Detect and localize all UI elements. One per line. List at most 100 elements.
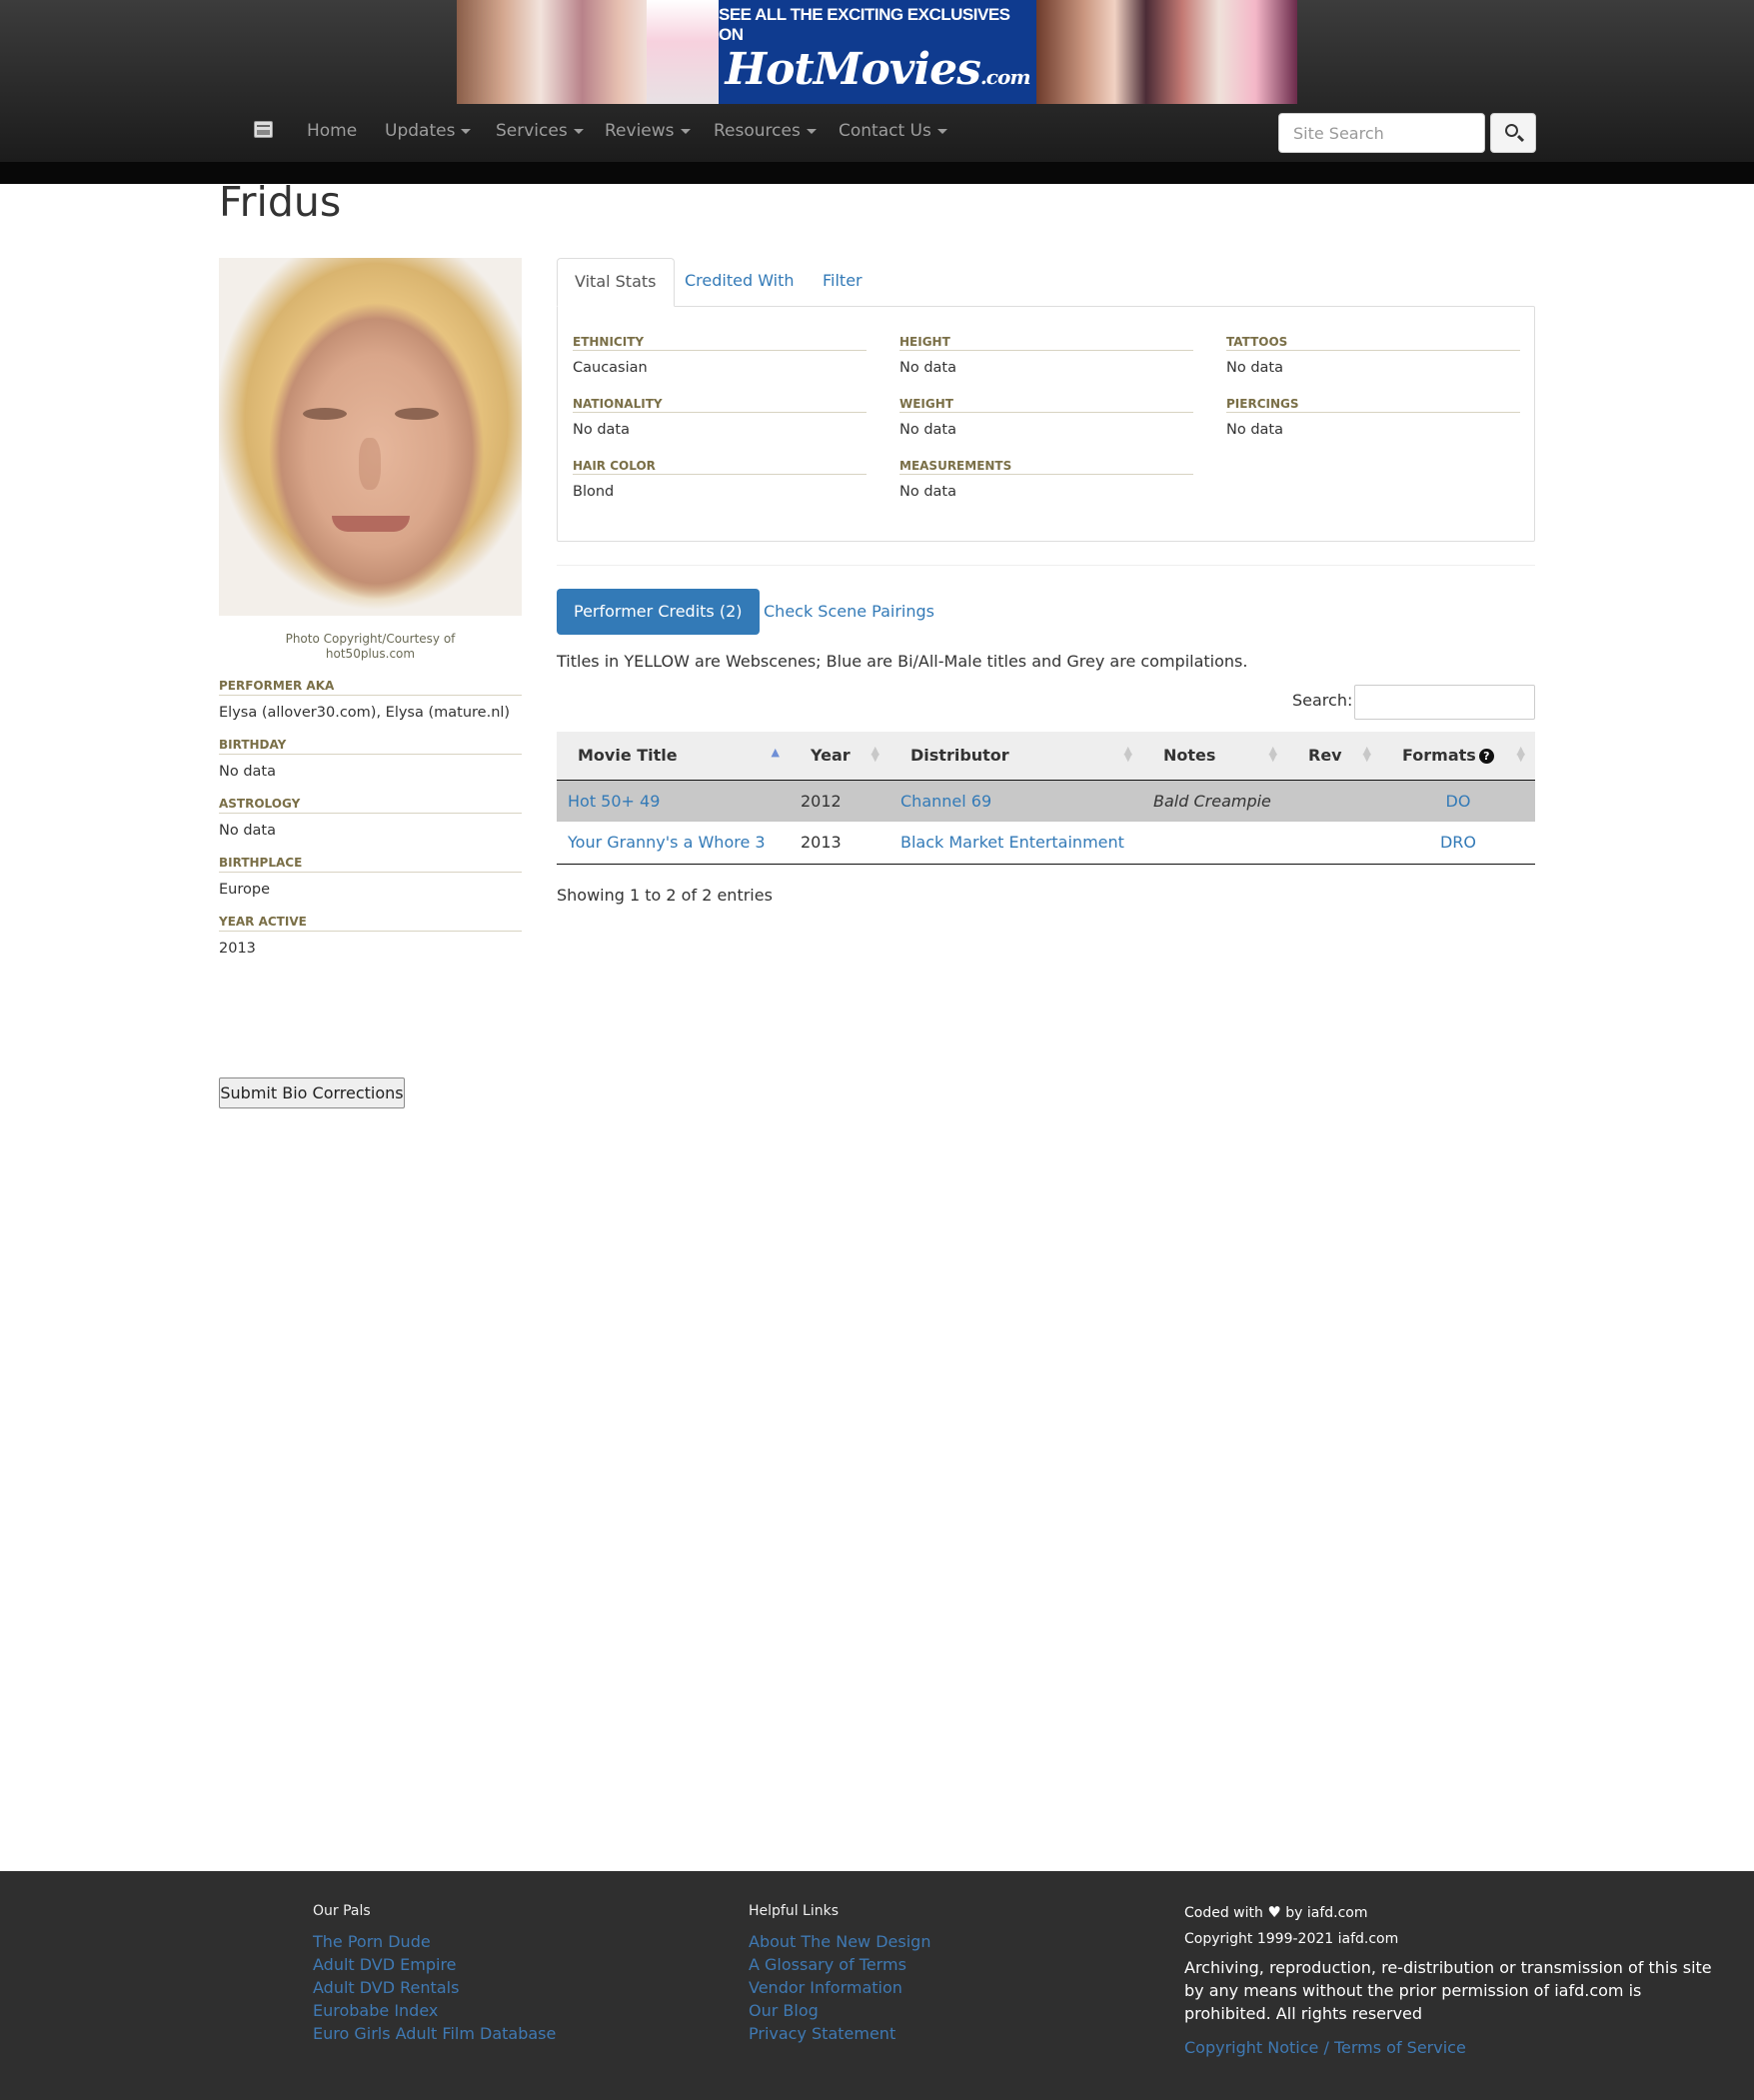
distributor-link[interactable]: Channel 69 xyxy=(900,792,991,811)
tab-check-scene-pairings[interactable]: Check Scene Pairings xyxy=(764,589,934,635)
ad-banner[interactable]: SEE ALL THE EXCITING EXCLUSIVES ON HotMo… xyxy=(457,0,1297,104)
col-header-formats[interactable]: Formats? ▲ ▼ xyxy=(1381,732,1535,781)
stats-tabs: Vital Stats Credited With Filter xyxy=(557,258,1535,307)
stat-value: No data xyxy=(899,484,956,500)
help-icon[interactable]: ? xyxy=(1478,749,1494,765)
tab-performer-credits[interactable]: Performer Credits (2) xyxy=(557,589,760,635)
col-header-label: Year xyxy=(811,746,851,766)
cell-formats: DO xyxy=(1381,780,1535,822)
coded-prefix: Coded with xyxy=(1184,1905,1263,1921)
movie-title-link[interactable]: Your Granny's a Whore 3 xyxy=(568,833,766,852)
footer-link[interactable]: Vendor Information xyxy=(749,1976,930,1999)
site-search-button[interactable] xyxy=(1490,113,1536,153)
submit-bio-corrections-button[interactable]: Submit Bio Corrections xyxy=(219,1077,405,1108)
tab-credited-with[interactable]: Credited With xyxy=(668,258,812,307)
col-header-movie-title[interactable]: Movie Title ▲ xyxy=(557,732,790,781)
stat-value: No data xyxy=(1226,422,1283,438)
nav-item-resources[interactable]: Resources xyxy=(714,121,817,141)
nav-item-label: Resources xyxy=(714,121,801,141)
bio-label-aka: PERFORMER AKA xyxy=(219,679,522,696)
col-header-year[interactable]: Year ▲ ▼ xyxy=(790,732,889,781)
photo-credit: Photo Copyright/Courtesy of hot50plus.co… xyxy=(219,632,522,662)
footer-link[interactable]: Eurobabe Index xyxy=(313,1999,556,2022)
cell-year: 2013 xyxy=(790,822,889,865)
heart-icon: ♥ xyxy=(1267,1903,1281,1921)
banner-center: SEE ALL THE EXCITING EXCLUSIVES ON HotMo… xyxy=(719,0,1036,104)
footer-link[interactable]: The Porn Dude xyxy=(313,1930,556,1953)
cell-distributor: Black Market Entertainment xyxy=(889,822,1142,865)
cell-distributor: Channel 69 xyxy=(889,780,1142,822)
nav-item-contact[interactable]: Contact Us xyxy=(839,121,947,141)
headshot-eye xyxy=(303,408,347,420)
cell-title: Hot 50+ 49 xyxy=(557,780,790,822)
footer-link[interactable]: Our Blog xyxy=(749,1999,930,2022)
bio-value-birthday: No data xyxy=(219,764,276,780)
footer-link[interactable]: About The New Design xyxy=(749,1930,930,1953)
sort-both-icon: ▲ ▼ xyxy=(1362,744,1371,764)
stat-height: HEIGHT No data xyxy=(899,335,1193,376)
headshot-mouth xyxy=(332,516,410,532)
caret-down-icon xyxy=(936,128,947,134)
stat-piercings: PIERCINGS No data xyxy=(1226,397,1520,438)
col-header-notes[interactable]: Notes ▲ ▼ xyxy=(1142,732,1287,781)
col-header-label: Formats xyxy=(1402,746,1476,766)
stat-label: NATIONALITY xyxy=(573,397,867,413)
footer-pals-title: Our Pals xyxy=(313,1903,371,1919)
footer-legal: Coded with ♥ by iafd.com Copyright 1999-… xyxy=(1184,1903,1724,2059)
col-header-rev[interactable]: Rev ▲ ▼ xyxy=(1287,732,1381,781)
stat-label: WEIGHT xyxy=(899,397,1193,413)
photo-credit-line1: Photo Copyright/Courtesy of xyxy=(285,632,456,646)
stat-ethnicity: ETHNICITY Caucasian xyxy=(573,335,867,376)
cell-title: Your Granny's a Whore 3 xyxy=(557,822,790,865)
table-search-input[interactable] xyxy=(1354,685,1535,720)
footer-link[interactable]: A Glossary of Terms xyxy=(749,1953,930,1976)
banner-brand-name: HotMovies xyxy=(725,43,981,95)
col-header-label: Movie Title xyxy=(578,746,678,766)
footer-copyright: Copyright 1999-2021 iafd.com xyxy=(1184,1931,1399,1947)
site-logo-icon[interactable] xyxy=(254,121,273,138)
site-search-input[interactable] xyxy=(1278,113,1485,153)
banner-covers-right xyxy=(1036,0,1297,104)
tab-vital-stats[interactable]: Vital Stats xyxy=(557,258,675,307)
table-search-label: Search: xyxy=(1292,691,1353,710)
formats-link[interactable]: DRO xyxy=(1440,833,1476,852)
nav-item-updates[interactable]: Updates xyxy=(385,121,472,141)
bio-label-birthday: BIRTHDAY xyxy=(219,738,522,755)
table-row: Hot 50+ 49 2012 Channel 69 Bald Creampie… xyxy=(557,780,1535,822)
performer-headshot xyxy=(219,258,522,616)
sort-asc-icon: ▲ xyxy=(771,746,780,759)
stat-value: Caucasian xyxy=(573,360,648,376)
nav-item-reviews[interactable]: Reviews xyxy=(605,121,691,141)
col-header-label: Notes xyxy=(1163,746,1216,766)
credits-legend-note: Titles in YELLOW are Webscenes; Blue are… xyxy=(557,652,1248,671)
stat-value: Blond xyxy=(573,484,615,500)
nav-item-services[interactable]: Services xyxy=(496,121,584,141)
sort-both-icon: ▲ ▼ xyxy=(871,744,879,764)
table-header-row: Movie Title ▲ Year ▲ ▼ Distributor ▲ ▼ Notes ▲… xyxy=(557,732,1535,781)
caret-down-icon xyxy=(680,128,691,134)
footer-terms-link[interactable]: Copyright Notice / Terms of Service xyxy=(1184,2036,1724,2059)
caret-down-icon xyxy=(573,128,584,134)
tab-filter[interactable]: Filter xyxy=(806,258,879,307)
stat-label: HEIGHT xyxy=(899,335,1193,351)
nav-item-home[interactable]: Home xyxy=(307,121,357,141)
cell-year: 2012 xyxy=(801,791,842,811)
col-header-distributor[interactable]: Distributor ▲ ▼ xyxy=(889,732,1142,781)
footer-link[interactable]: Privacy Statement xyxy=(749,2022,930,2045)
stat-label: ETHNICITY xyxy=(573,335,867,351)
footer-link[interactable]: Adult DVD Rentals xyxy=(313,1976,556,1999)
caret-down-icon xyxy=(461,128,472,134)
bio-label-astrology: ASTROLOGY xyxy=(219,797,522,814)
cell-rev xyxy=(1287,822,1381,865)
footer-link[interactable]: Adult DVD Empire xyxy=(313,1953,556,1976)
col-header-label: Distributor xyxy=(910,746,1009,766)
stat-hair-color: HAIR COLOR Blond xyxy=(573,459,867,500)
footer-rights: Archiving, reproduction, re-distribution… xyxy=(1184,1958,1712,2023)
bio-label-birthplace: BIRTHPLACE xyxy=(219,856,522,873)
formats-link[interactable]: DO xyxy=(1446,792,1471,811)
distributor-link[interactable]: Black Market Entertainment xyxy=(900,833,1124,852)
stat-value: No data xyxy=(899,360,956,376)
movie-title-link[interactable]: Hot 50+ 49 xyxy=(568,792,660,811)
stat-label: PIERCINGS xyxy=(1226,397,1520,413)
footer-link[interactable]: Euro Girls Adult Film Database xyxy=(313,2022,556,2045)
